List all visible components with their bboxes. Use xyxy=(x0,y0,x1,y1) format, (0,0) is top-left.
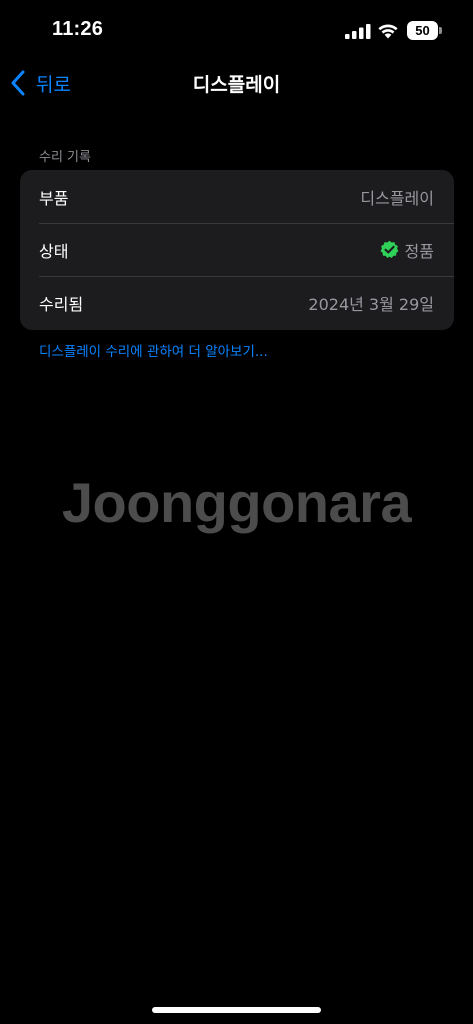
row-label: 부품 xyxy=(39,188,69,208)
home-indicator[interactable] xyxy=(152,1007,321,1013)
watermark-logo: Joonggonara xyxy=(61,471,412,534)
list-row-status: 상태 정품 xyxy=(20,223,454,276)
wifi-icon xyxy=(378,24,398,39)
row-label: 수리됨 xyxy=(39,295,84,314)
list-row-part: 부품 디스플레이 xyxy=(20,170,454,223)
status-time: 11:26 xyxy=(52,18,104,40)
row-value: 디스플레이 xyxy=(360,188,434,208)
status-bar: 11:26 50 xyxy=(0,0,473,62)
row-label: 상태 xyxy=(39,241,69,261)
row-value-status: 정품 xyxy=(380,238,434,262)
status-value: 정품 xyxy=(404,241,434,261)
battery-icon: 50 xyxy=(407,21,442,41)
checkmark-seal-icon xyxy=(380,240,398,259)
battery-level: 50 xyxy=(407,21,438,40)
screen: 11:26 50 뒤로 디스플레이 수리 기록 부품 디스플레이 상태 정품 수… xyxy=(0,0,473,1024)
repair-history-card: 부품 디스플레이 상태 정품 수리됨 2024년 3월 29일 xyxy=(20,170,454,330)
section-header: 수리 기록 xyxy=(39,150,91,165)
learn-more-link[interactable]: 디스플레이 수리에 관하여 더 알아보기... xyxy=(39,340,268,360)
cellular-signal-icon xyxy=(345,24,371,39)
list-row-repaired-date: 수리됨 2024년 3월 29일 xyxy=(20,276,454,330)
page-title: 디스플레이 xyxy=(192,74,281,96)
battery-cap xyxy=(439,27,442,34)
row-value: 2024년 3월 29일 xyxy=(308,295,434,314)
